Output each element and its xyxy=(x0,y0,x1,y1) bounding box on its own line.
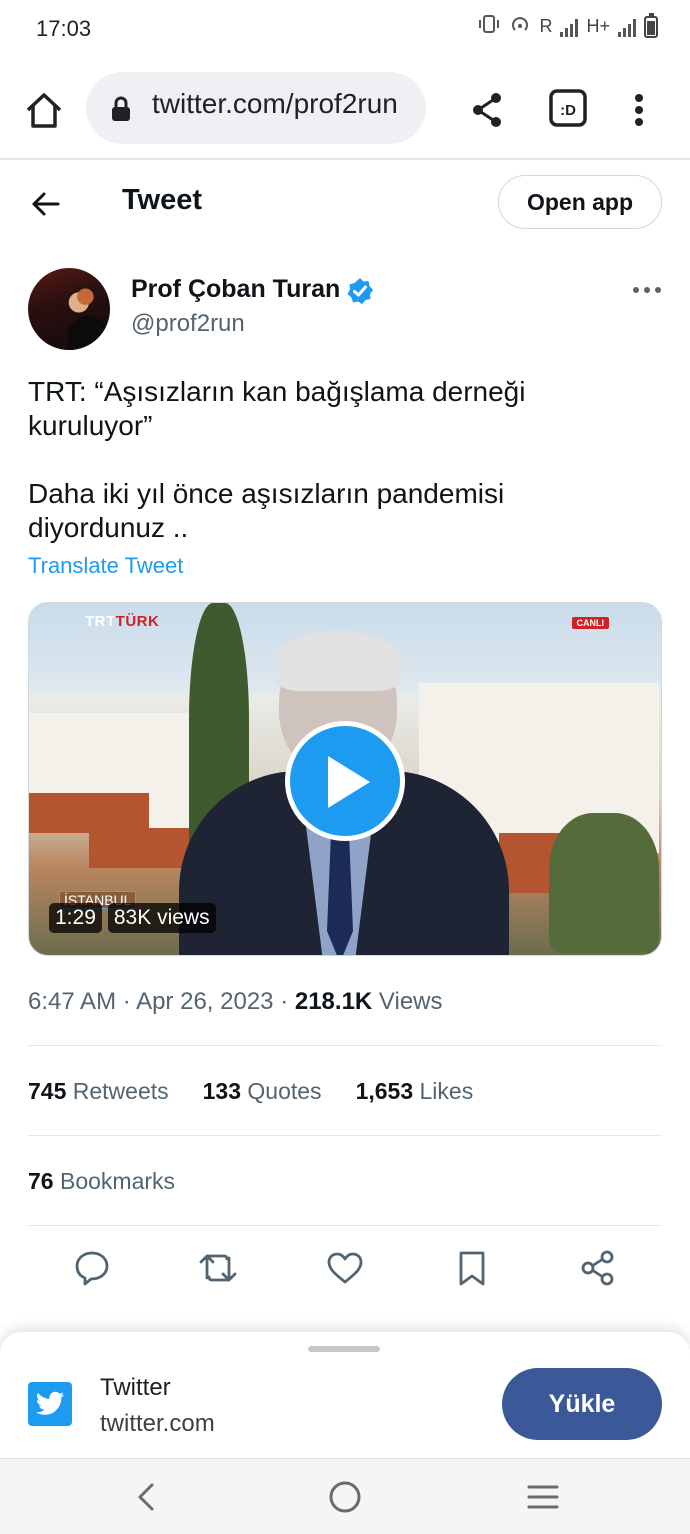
share-tweet-button[interactable] xyxy=(578,1248,618,1288)
status-bar: 17:03 R H+ xyxy=(0,0,690,60)
tweet-date[interactable]: Apr 26, 2023 xyxy=(136,988,273,1015)
channel-logo: TRTTÜRK xyxy=(85,613,160,630)
sheet-app-domain: twitter.com xyxy=(100,1410,215,1437)
lock-icon xyxy=(110,96,132,127)
status-time: 17:03 xyxy=(36,16,92,41)
avatar[interactable] xyxy=(28,268,110,350)
tweet-timestamp: 6:47 AM · Apr 26, 2023 · 218.1K Views xyxy=(28,988,443,1016)
menu-lines-icon xyxy=(527,1485,559,1509)
reply-icon xyxy=(75,1251,109,1286)
circle-home-icon xyxy=(329,1481,361,1513)
play-icon xyxy=(328,756,370,808)
browser-menu-button[interactable] xyxy=(624,88,654,132)
system-navigation-bar xyxy=(0,1458,690,1534)
more-horizontal-icon xyxy=(633,287,661,293)
divider xyxy=(28,1045,662,1046)
bookmark-button[interactable] xyxy=(452,1248,492,1288)
divider xyxy=(28,1225,662,1226)
verified-badge-icon xyxy=(346,277,374,305)
reply-button[interactable] xyxy=(72,1248,112,1288)
twitter-logo-icon xyxy=(28,1382,72,1426)
install-app-sheet: Twitter twitter.com Yükle xyxy=(0,1332,690,1458)
chevron-left-icon xyxy=(138,1483,154,1511)
nav-home-button[interactable] xyxy=(325,1477,365,1517)
share-nodes-icon xyxy=(581,1250,614,1286)
battery-icon xyxy=(644,12,658,38)
nav-back-button[interactable] xyxy=(126,1477,166,1517)
tabs-icon: :D xyxy=(549,89,587,127)
tab-switcher-button[interactable]: :D xyxy=(548,88,588,128)
bookmark-icon xyxy=(459,1251,485,1286)
engagement-stats: 745 Retweets 133 Quotes 1,653 Likes xyxy=(28,1078,473,1105)
signal-icon xyxy=(560,17,579,37)
install-button[interactable]: Yükle xyxy=(502,1368,662,1440)
signal-icon-2 xyxy=(618,17,636,37)
tweet-more-button[interactable] xyxy=(630,280,664,300)
open-app-button[interactable]: Open app xyxy=(498,175,662,229)
network-label: R xyxy=(539,16,553,36)
nav-recents-button[interactable] xyxy=(523,1477,563,1517)
tweet-video[interactable]: TRTTÜRK CANLI İSTANBUL 1:29 83K views xyxy=(28,602,662,956)
sheet-drag-handle[interactable] xyxy=(308,1346,380,1352)
bookmarks-stat[interactable]: 76 Bookmarks xyxy=(28,1168,175,1195)
network-type: H+ xyxy=(586,16,610,36)
live-badge: CANLI xyxy=(571,617,609,629)
play-button[interactable] xyxy=(285,721,405,841)
video-views: 83K views xyxy=(107,903,216,933)
back-button[interactable] xyxy=(24,182,68,226)
home-button[interactable] xyxy=(22,88,66,132)
author-handle[interactable]: @prof2run xyxy=(131,310,245,338)
status-icons: R H+ xyxy=(477,12,658,39)
url-text[interactable]: twitter.com/prof2run xyxy=(152,88,414,120)
heart-icon xyxy=(327,1252,363,1284)
likes-stat[interactable]: 1,653 Likes xyxy=(356,1078,474,1105)
avatar-figure xyxy=(68,316,108,350)
arrow-left-icon xyxy=(32,192,60,216)
tweet-time[interactable]: 6:47 AM xyxy=(28,988,116,1015)
like-button[interactable] xyxy=(325,1248,365,1288)
views-count: 218.1K xyxy=(294,988,373,1015)
share-button[interactable] xyxy=(466,88,510,132)
meta-separator: · xyxy=(280,988,289,1015)
sheet-app-name: Twitter xyxy=(100,1374,171,1401)
browser-toolbar: twitter.com/prof2run :D xyxy=(0,60,690,160)
hotspot-icon xyxy=(509,14,531,39)
share-icon xyxy=(473,93,501,127)
video-duration: 1:29 xyxy=(49,903,102,933)
retweet-icon xyxy=(199,1254,237,1282)
meta-separator: · xyxy=(122,988,131,1015)
translate-tweet-link[interactable]: Translate Tweet xyxy=(28,553,183,579)
retweets-stat[interactable]: 745 Retweets xyxy=(28,1078,169,1105)
video-tree-right xyxy=(549,813,659,953)
svg-text::D: :D xyxy=(560,102,576,119)
page-title: Tweet xyxy=(122,184,203,216)
retweet-button[interactable] xyxy=(198,1248,238,1288)
home-icon xyxy=(26,93,62,128)
divider xyxy=(28,1135,662,1136)
more-vertical-icon xyxy=(635,94,643,126)
author-name[interactable]: Prof Çoban Turan xyxy=(131,275,340,304)
video-person-hair xyxy=(275,631,401,691)
video-roof-left xyxy=(29,793,149,833)
vibrate-icon xyxy=(477,14,501,39)
tweet-text: TRT: “Aşısızların kan bağışlama derneği … xyxy=(28,376,526,543)
video-badges: 1:29 83K views xyxy=(49,903,216,933)
quotes-stat[interactable]: 133 Quotes xyxy=(203,1078,322,1105)
views-label: Views xyxy=(378,988,443,1015)
